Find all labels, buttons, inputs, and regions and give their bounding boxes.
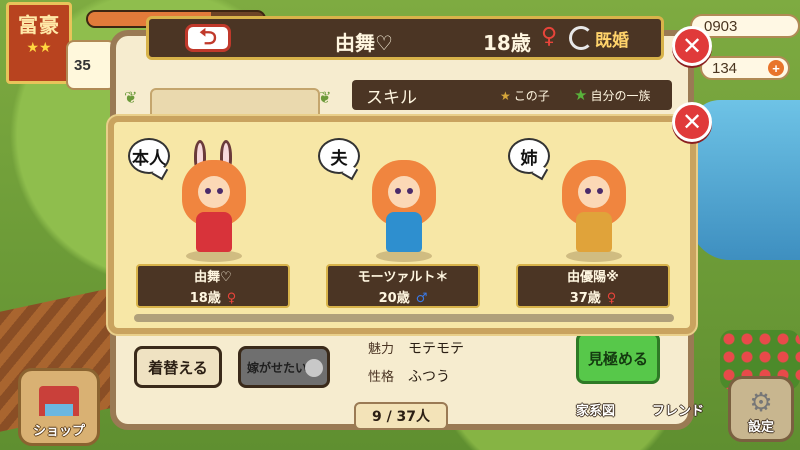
member-name: 由舞♡ xyxy=(194,270,232,285)
relation-bubble: 本人 xyxy=(128,138,170,174)
shop-label: ショップ xyxy=(32,424,85,439)
skill-legend-family: ★ 自分の一族 xyxy=(574,86,651,104)
shop-button[interactable]: ショップ xyxy=(18,368,100,446)
character-sprite xyxy=(366,146,442,262)
family-member-card[interactable]: 夫 モーツァルト＊ 20歳 ♂ xyxy=(318,132,480,312)
female-icon: ♀ xyxy=(541,24,558,49)
gear-icon: ⚙ xyxy=(749,388,773,418)
add-gems-button[interactable]: + xyxy=(768,60,784,76)
member-name-plate: モーツァルト＊ 20歳 ♂ xyxy=(326,264,480,308)
stat-row-charm: 魅力 モテモテ xyxy=(368,338,464,358)
coin-value: 0903 xyxy=(704,17,738,35)
member-age-row: 18歳 ♀ xyxy=(189,291,237,306)
male-icon: ♂ xyxy=(415,291,428,306)
female-icon: ♀ xyxy=(226,291,237,306)
star-orange-icon: ★ xyxy=(500,88,511,103)
ring-icon xyxy=(569,26,593,50)
marry-off-label: 嫁がせたい xyxy=(247,360,308,375)
stat-row-personality: 性格 ふつう xyxy=(368,366,450,386)
dress-up-button[interactable]: 着替える xyxy=(134,346,222,388)
family-popup: 本人 由舞♡ 18歳 ♀ 夫 モーツァルト＊ 20歳 ♂ 姉 由優陽※ 37歳 … xyxy=(108,116,696,334)
member-age-row: 20歳 ♂ xyxy=(378,291,428,306)
judge-button[interactable]: 見極める xyxy=(576,332,660,384)
sprite-face xyxy=(198,176,230,208)
back-button[interactable]: ⮌ xyxy=(185,24,231,52)
sprite-outfit xyxy=(576,212,612,252)
undo-arrow-icon: ⮌ xyxy=(199,25,217,50)
gem-value: 134 xyxy=(712,59,738,77)
family-tree-button[interactable]: 家系図 xyxy=(576,400,615,419)
stat-key: 魅力 xyxy=(368,342,395,357)
marry-off-toggle[interactable]: 嫁がせたい xyxy=(238,346,330,388)
stat-value: モテモテ xyxy=(408,341,465,357)
relation-bubble: 夫 xyxy=(318,138,360,174)
family-member-card[interactable]: 姉 由優陽※ 37歳 ♀ xyxy=(508,132,670,312)
marital-status: 既婚 xyxy=(595,30,629,51)
member-name: モーツァルト＊ xyxy=(357,270,449,285)
character-sprite xyxy=(176,140,252,262)
sprite-face xyxy=(388,176,420,208)
member-name-plate: 由優陽※ 37歳 ♀ xyxy=(516,264,670,308)
female-icon: ♀ xyxy=(606,291,617,306)
close-family-popup-button[interactable]: ✕ xyxy=(672,102,712,142)
skill-header: スキル ★ この子 ★ 自分の一族 xyxy=(352,80,672,110)
skill-legend-child: ★ この子 xyxy=(500,88,550,103)
friend-button[interactable]: フレンド xyxy=(652,400,704,419)
character-sprite xyxy=(556,146,632,262)
stat-value: ふつう xyxy=(408,369,451,385)
leaf-icon: ❦ xyxy=(124,88,138,107)
rank-stars-icon: ★★ xyxy=(26,40,52,56)
settings-label: 設定 xyxy=(747,420,774,435)
shop-icon xyxy=(39,386,79,416)
profile-header: ⮌ 由舞♡ 18歳 ♀ 既婚 xyxy=(146,16,664,60)
close-profile-button[interactable]: ✕ xyxy=(672,26,712,66)
close-x-icon: ✕ xyxy=(681,108,703,136)
gem-counter: 134 + xyxy=(700,56,790,80)
page-counter: 9 / 37人 xyxy=(354,402,448,430)
stat-key: 性格 xyxy=(368,370,395,385)
family-member-card[interactable]: 本人 由舞♡ 18歳 ♀ xyxy=(128,132,290,312)
member-name: 由優陽※ xyxy=(567,270,619,285)
sprite-outfit xyxy=(196,212,232,252)
relation-bubble: 姉 xyxy=(508,138,550,174)
sprite-outfit xyxy=(386,212,422,252)
rank-badge[interactable]: 富豪 ★★ xyxy=(6,2,72,84)
star-green-icon: ★ xyxy=(574,86,588,104)
married-badge: 既婚 xyxy=(569,23,629,53)
member-age-row: 37歳 ♀ xyxy=(569,291,617,306)
leaf-icon: ❦ xyxy=(318,88,332,107)
side-counter-value: 35 xyxy=(74,56,91,74)
settings-button[interactable]: ⚙ 設定 xyxy=(728,376,794,442)
character-age: 18歳 xyxy=(483,31,531,55)
member-name-plate: 由舞♡ 18歳 ♀ xyxy=(136,264,290,308)
close-x-icon: ✕ xyxy=(681,32,703,60)
side-counter: 35 xyxy=(66,40,116,90)
rank-label: 富豪 xyxy=(18,13,60,37)
character-name: 由舞♡ xyxy=(335,31,393,55)
sprite-face xyxy=(578,176,610,208)
popup-scrollbar[interactable] xyxy=(134,314,674,322)
skill-title: スキル xyxy=(366,87,417,108)
toggle-knob xyxy=(305,359,323,377)
